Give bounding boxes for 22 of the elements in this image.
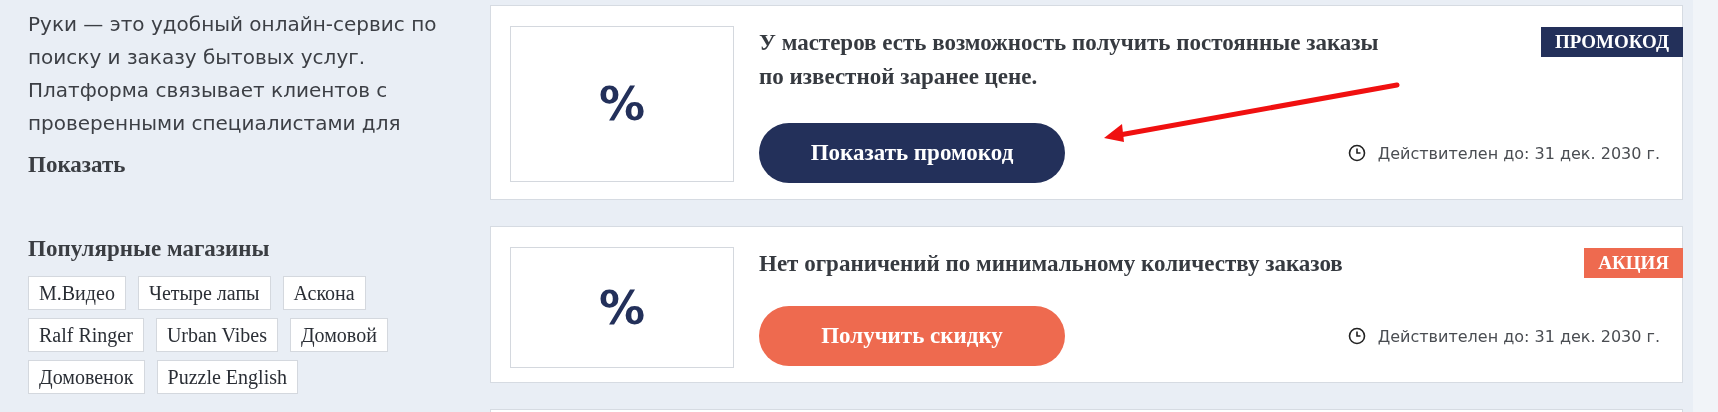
clock-icon (1347, 144, 1366, 162)
service-description: Руки — это удобный онлайн-сервис по поиску и заказу бытовых услуг. Платформа связывает клиентов с проверенными специалистами для (28, 11, 438, 137)
store-tag[interactable]: Urban Vibes (155, 318, 278, 352)
store-tag[interactable]: Puzzle English (156, 360, 298, 394)
store-tag[interactable]: М.Видео (28, 276, 126, 310)
show-more-link[interactable]: Показать (28, 150, 126, 180)
store-tag[interactable]: Домовенок (28, 360, 145, 394)
offer-title: Нет ограничений по минимальному количеству заказов (759, 250, 1344, 278)
clock-icon (1347, 327, 1366, 345)
offer-title: У мастеров есть возможность получить постоянные заказы по известной заранее цене. (759, 29, 1379, 91)
offer-button[interactable]: Показать промокод (759, 123, 1065, 183)
store-tag[interactable]: Домовой (289, 318, 388, 352)
validity-date: Действителен до: 31 дек. 2030 г. (1377, 143, 1660, 163)
store-tag[interactable]: Аскона (282, 276, 366, 310)
offer-image: % (510, 247, 734, 368)
validity-date: Действителен до: 31 дек. 2030 г. (1377, 326, 1660, 346)
store-tag[interactable]: Четыре лапы (137, 276, 271, 310)
offer-image: % (510, 26, 734, 182)
section-title: Популярные магазины (28, 235, 271, 263)
store-tag[interactable]: Ralf Ringer (28, 318, 144, 352)
offer-badge: ПРОМОКОД (1541, 27, 1683, 57)
offer-badge: АКЦИЯ (1584, 248, 1683, 278)
